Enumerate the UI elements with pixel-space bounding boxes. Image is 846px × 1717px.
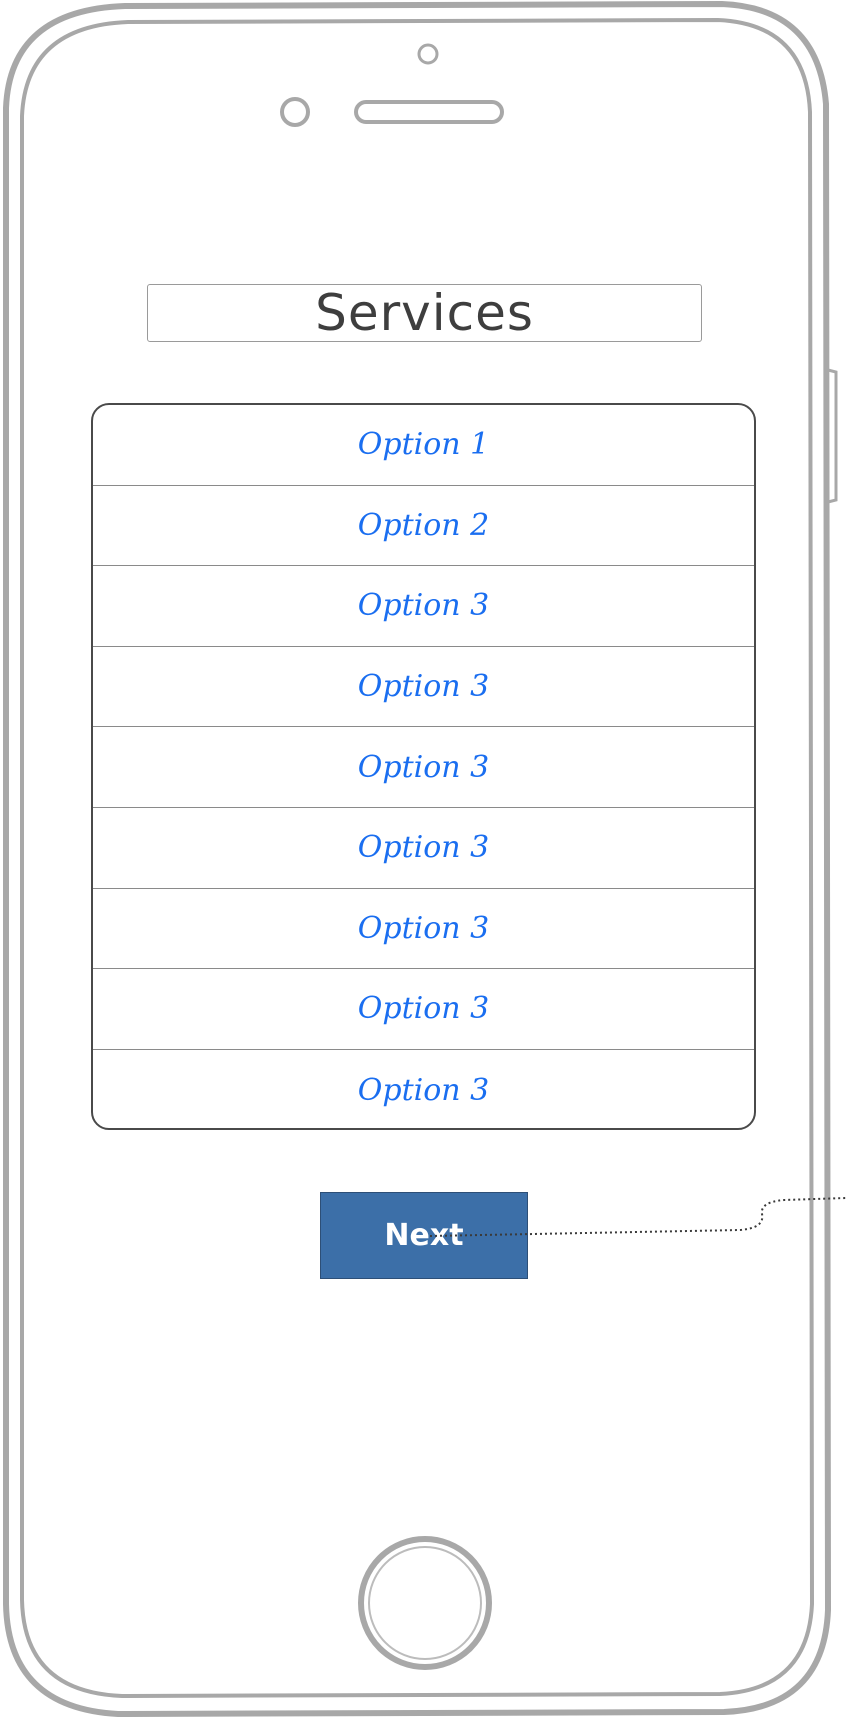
home-button-icon[interactable] [358, 1536, 492, 1670]
option-item[interactable]: Option 3 [93, 969, 754, 1050]
option-item-label: Option 3 [357, 669, 490, 705]
options-list: Option 1 Option 2 Option 3 Option 3 Option 3… [91, 403, 756, 1130]
option-item[interactable]: Option 3 [93, 1050, 754, 1128]
option-item[interactable]: Option 1 [93, 405, 754, 486]
sensor-dot-icon [417, 43, 439, 65]
camera-icon [280, 97, 310, 127]
option-item-label: Option 3 [357, 1072, 490, 1108]
option-item-label: Option 2 [357, 507, 490, 543]
option-item-label: Option 3 [357, 588, 490, 624]
option-item-label: Option 3 [357, 910, 490, 946]
option-item[interactable]: Option 3 [93, 566, 754, 647]
option-item-label: Option 3 [357, 991, 490, 1027]
page-title-box: Services [147, 284, 702, 342]
option-item[interactable]: Option 2 [93, 486, 754, 567]
option-item[interactable]: Option 3 [93, 727, 754, 808]
option-item-label: Option 3 [357, 749, 490, 785]
option-item-label: Option 1 [357, 427, 490, 463]
option-item[interactable]: Option 3 [93, 647, 754, 728]
option-item-label: Option 3 [357, 830, 490, 866]
next-button-label: Next [384, 1218, 464, 1253]
page-title: Services [315, 284, 534, 342]
option-item[interactable]: Option 3 [93, 889, 754, 970]
speaker-grille-icon [354, 100, 504, 124]
option-item[interactable]: Option 3 [93, 808, 754, 889]
next-button[interactable]: Next [320, 1192, 528, 1279]
